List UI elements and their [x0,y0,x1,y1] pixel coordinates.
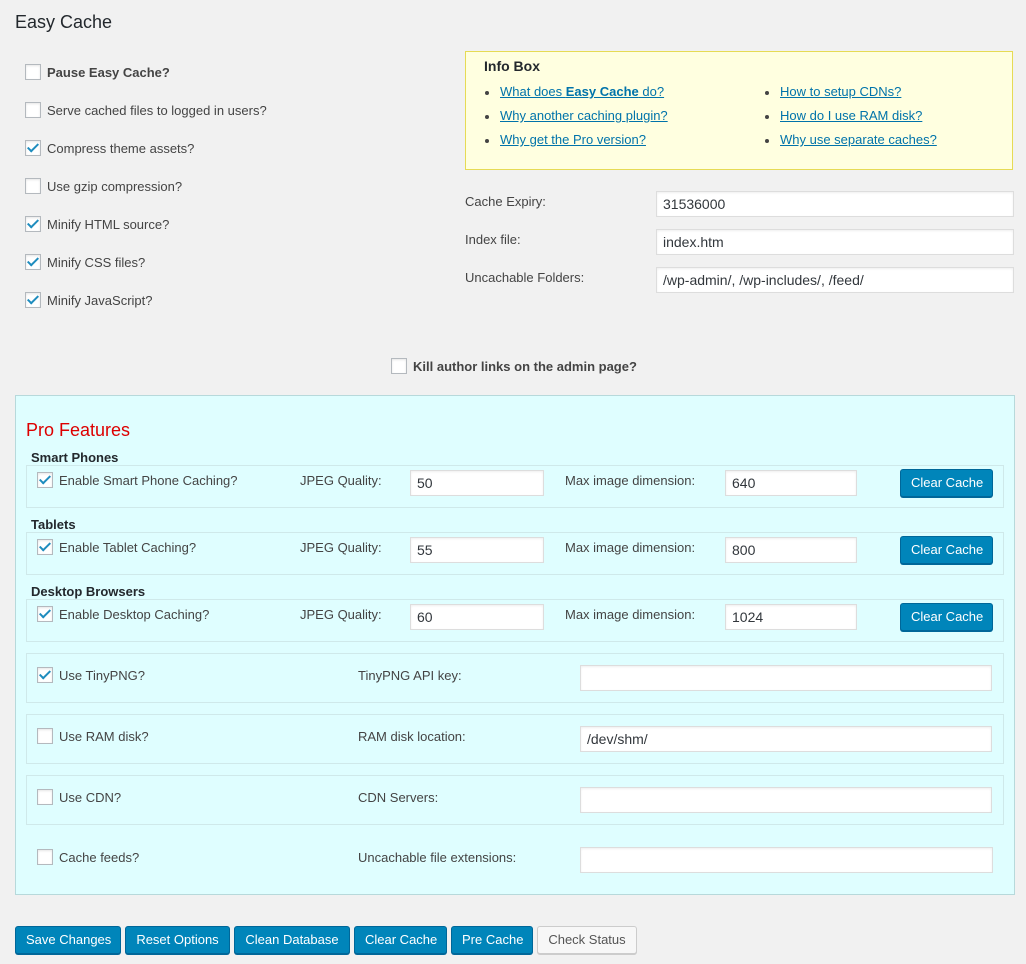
clean-database-button[interactable]: Clean Database [234,926,350,954]
minify-js-checkbox[interactable] [25,292,41,308]
tinypng-key-label: TinyPNG API key: [358,668,462,683]
uncachable-folders-label: Uncachable Folders: [465,270,585,285]
reset-options-button[interactable]: Reset Options [125,926,230,954]
kill-author-checkbox[interactable] [391,358,407,374]
minify-css-label: Minify CSS files? [47,254,146,270]
cdn-servers-label: CDN Servers: [358,790,439,805]
uncachable-extensions-input[interactable] [580,847,993,873]
desktop-clear-cache-button[interactable]: Clear Cache [900,603,993,631]
minify-html-option[interactable]: Minify HTML source? [25,215,169,233]
clear-cache-button[interactable]: Clear Cache [354,926,447,954]
desktop-jpeg-label: JPEG Quality: [300,607,382,622]
smart-phone-dim-input[interactable] [725,470,857,496]
pause-option[interactable]: Pause Easy Cache? [25,63,170,81]
compress-assets-checkbox[interactable] [25,140,41,156]
page-title: Easy Cache [15,12,113,32]
uncachable-folders-input[interactable] [656,267,1014,293]
link-why-pro[interactable]: Why get the Pro version? [485,132,646,147]
cache-expiry-label: Cache Expiry: [465,194,546,209]
info-box: Info Box What does Easy Cache do? Why an… [465,51,1013,170]
smart-phone-caching-option[interactable]: Enable Smart Phone Caching? [37,471,238,489]
cache-expiry-input[interactable] [656,191,1014,217]
save-changes-button[interactable]: Save Changes [15,926,121,954]
tablet-caching-label: Enable Tablet Caching? [59,539,197,555]
compress-assets-option[interactable]: Compress theme assets? [25,139,194,157]
gzip-checkbox[interactable] [25,178,41,194]
cdn-servers-input[interactable] [580,787,992,813]
ramdisk-location-label: RAM disk location: [358,729,466,744]
link-what-does-easy-cache-do[interactable]: What does Easy Cache do? [484,84,665,99]
tablet-jpeg-label: JPEG Quality: [300,540,382,555]
ramdisk-label: Use RAM disk? [59,728,149,744]
minify-html-checkbox[interactable] [25,216,41,232]
serve-logged-in-option[interactable]: Serve cached files to logged in users? [25,101,267,119]
smart-phone-dim-label: Max image dimension: [565,473,696,488]
gzip-label: Use gzip compression? [47,178,183,194]
tablets-title: Tablets [31,517,76,532]
smart-phone-caching-checkbox[interactable] [37,472,53,488]
desktop-jpeg-input[interactable] [410,604,544,630]
link-ram-disk[interactable]: How do I use RAM disk? [764,108,922,123]
smart-phone-clear-cache-button[interactable]: Clear Cache [900,469,993,497]
cache-feeds-option[interactable]: Cache feeds? [37,848,139,866]
minify-css-option[interactable]: Minify CSS files? [25,253,145,271]
uncachable-extensions-label: Uncachable file extensions: [358,850,517,865]
index-file-label: Index file: [465,232,521,247]
info-box-title: Info Box [484,58,540,74]
link-separate-caches[interactable]: Why use separate caches? [765,132,937,147]
cache-feeds-checkbox[interactable] [37,849,53,865]
pro-features-title: Pro Features [26,420,131,440]
minify-js-label: Minify JavaScript? [47,292,153,308]
desktop-caching-label: Enable Desktop Caching? [59,606,210,622]
kill-author-option[interactable]: Kill author links on the admin page? [391,357,637,375]
pause-checkbox[interactable] [25,64,41,80]
link-why-another-plugin[interactable]: Why another caching plugin? [485,108,668,123]
smart-phone-jpeg-label: JPEG Quality: [300,473,382,488]
minify-html-label: Minify HTML source? [47,216,170,232]
desktop-dim-label: Max image dimension: [565,607,696,622]
ramdisk-checkbox[interactable] [37,728,53,744]
kill-author-label: Kill author links on the admin page? [413,358,637,374]
desktop-dim-input[interactable] [725,604,857,630]
desktop-caching-checkbox[interactable] [37,606,53,622]
tablet-caching-checkbox[interactable] [37,539,53,555]
compress-assets-label: Compress theme assets? [47,140,195,156]
tablet-caching-option[interactable]: Enable Tablet Caching? [37,538,196,556]
tablet-dim-input[interactable] [725,537,857,563]
cdn-checkbox[interactable] [37,789,53,805]
smart-phone-caching-label: Enable Smart Phone Caching? [59,472,238,488]
smart-phone-jpeg-input[interactable] [410,470,544,496]
tablet-jpeg-input[interactable] [410,537,544,563]
link-text-prefix: What does [500,84,566,99]
serve-logged-in-label: Serve cached files to logged in users? [47,102,267,118]
cdn-option[interactable]: Use CDN? [37,788,121,806]
cdn-label: Use CDN? [59,789,122,805]
pause-label: Pause Easy Cache? [47,64,170,80]
tinypng-key-input[interactable] [580,665,992,691]
gzip-option[interactable]: Use gzip compression? [25,177,182,195]
tablet-dim-label: Max image dimension: [565,540,696,555]
check-status-button[interactable]: Check Status [537,926,637,954]
serve-logged-in-checkbox[interactable] [25,102,41,118]
ramdisk-option[interactable]: Use RAM disk? [37,727,149,745]
tablet-clear-cache-button[interactable]: Clear Cache [900,536,993,564]
minify-js-option[interactable]: Minify JavaScript? [25,291,152,309]
desktop-caching-option[interactable]: Enable Desktop Caching? [37,605,209,623]
tinypng-checkbox[interactable] [37,667,53,683]
desktop-title: Desktop Browsers [31,584,146,599]
smart-phones-title: Smart Phones [31,450,119,465]
index-file-input[interactable] [656,229,1014,255]
link-text-bold: Easy Cache [565,84,639,99]
cache-feeds-label: Cache feeds? [59,849,140,865]
link-text-suffix: do? [638,84,665,99]
tinypng-label: Use TinyPNG? [59,667,145,683]
tinypng-option[interactable]: Use TinyPNG? [37,666,145,684]
ramdisk-location-input[interactable] [580,726,992,752]
link-cdn-setup[interactable]: How to setup CDNs? [764,84,901,99]
minify-css-checkbox[interactable] [25,254,41,270]
pre-cache-button[interactable]: Pre Cache [451,926,533,954]
